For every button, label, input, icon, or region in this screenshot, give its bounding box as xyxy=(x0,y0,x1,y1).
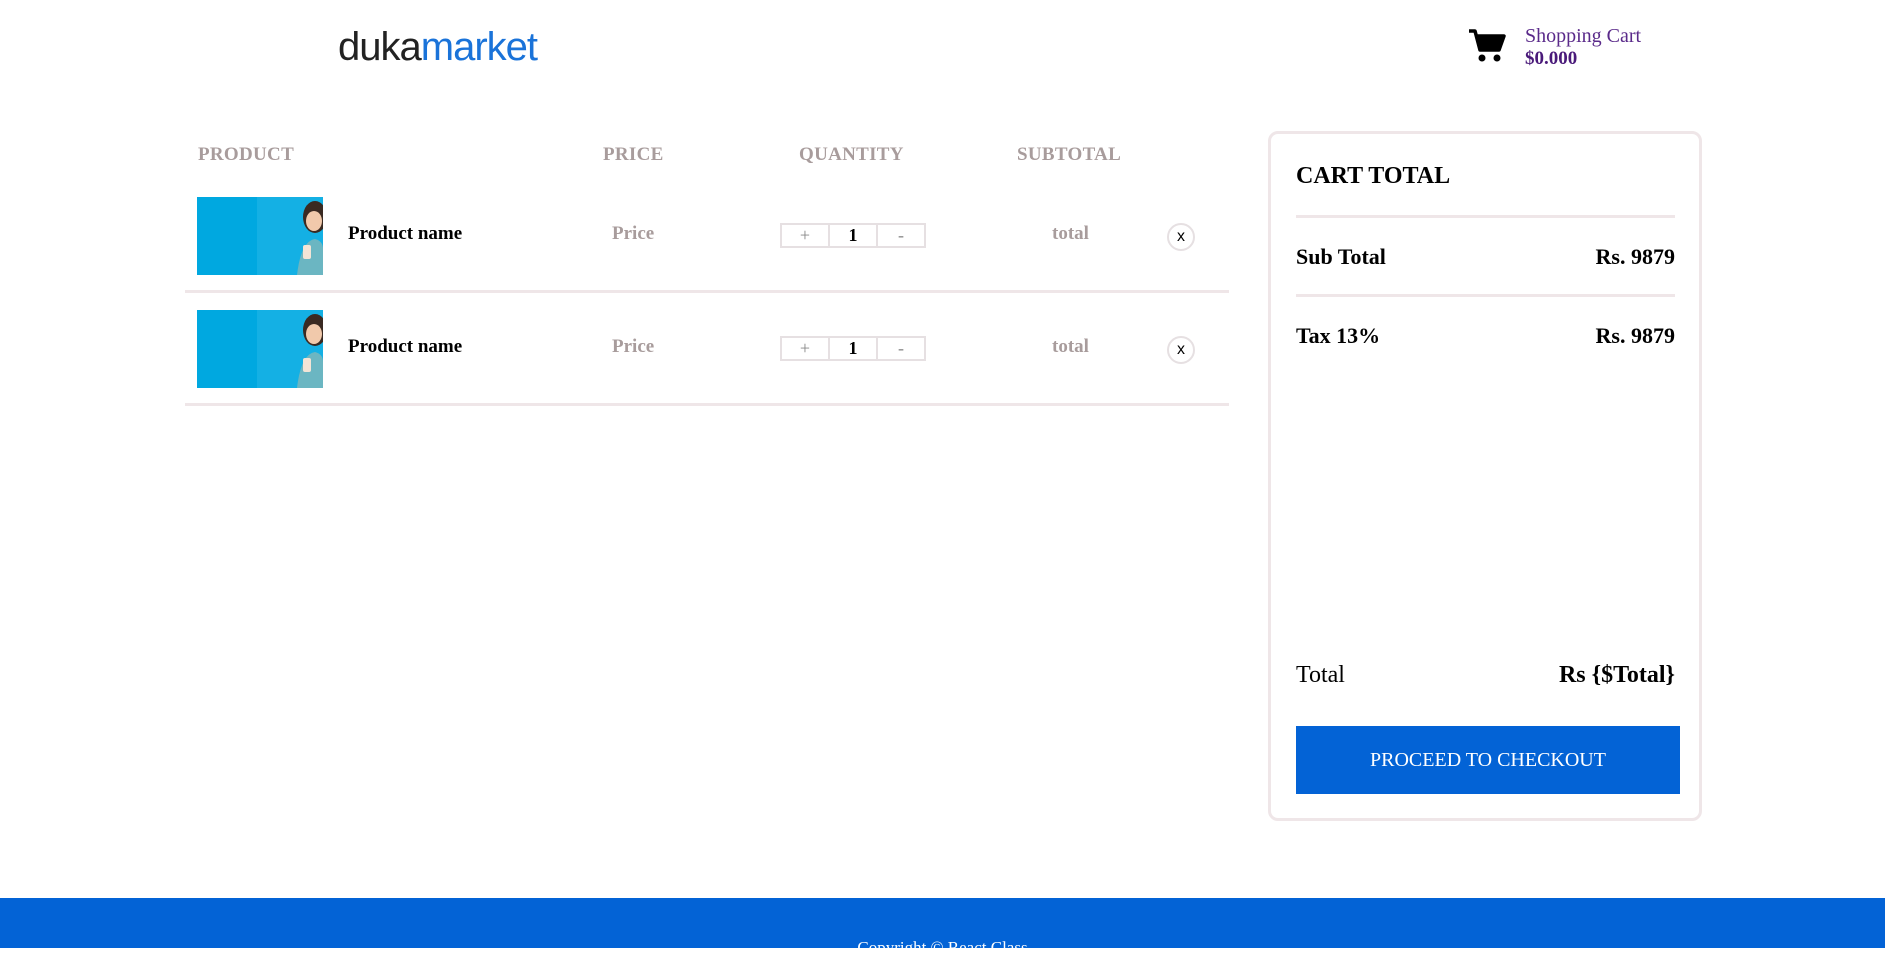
cart-total-title: CART TOTAL xyxy=(1296,163,1451,189)
logo-part-duka: duka xyxy=(338,25,422,69)
proceed-to-checkout-button[interactable]: PROCEED TO CHECKOUT xyxy=(1296,726,1680,794)
quantity-value[interactable]: 1 xyxy=(828,225,878,246)
decrement-button[interactable]: - xyxy=(878,225,924,246)
header-subtotal: SUBTOTAL xyxy=(1017,144,1122,165)
shopping-cart-label[interactable]: Shopping Cart xyxy=(1525,24,1641,48)
tax-value: Rs. 9879 xyxy=(1595,323,1675,348)
product-image xyxy=(197,197,323,275)
product-name[interactable]: Product name xyxy=(348,336,462,358)
quantity-value[interactable]: 1 xyxy=(828,338,878,359)
cart-amount: $0.000 xyxy=(1525,48,1578,69)
total-value: Rs {$Total} xyxy=(1558,662,1675,688)
increment-button[interactable]: + xyxy=(782,338,828,359)
remove-item-button[interactable]: x xyxy=(1167,223,1195,251)
quantity-stepper: + 1 - xyxy=(780,223,926,248)
remove-item-button[interactable]: x xyxy=(1167,336,1195,364)
copyright-text: Copyright © React Class xyxy=(857,938,1028,957)
product-name[interactable]: Product name xyxy=(348,223,462,245)
brand-logo[interactable]: dukamarket xyxy=(338,25,538,69)
tax-label: Tax 13% xyxy=(1296,323,1381,348)
total-label: Total xyxy=(1296,662,1345,688)
divider xyxy=(1296,294,1675,297)
product-subtotal: total xyxy=(1052,223,1089,244)
decrement-button[interactable]: - xyxy=(878,338,924,359)
product-subtotal: total xyxy=(1052,336,1089,357)
quantity-stepper: + 1 - xyxy=(780,336,926,361)
cart-total-panel xyxy=(1268,131,1702,821)
logo-part-market: market xyxy=(420,25,538,69)
subtotal-value: Rs. 9879 xyxy=(1595,244,1675,269)
subtotal-label: Sub Total xyxy=(1296,244,1386,269)
product-image xyxy=(197,310,323,388)
product-price: Price xyxy=(612,223,655,244)
divider xyxy=(1296,215,1675,218)
header-quantity: QUANTITY xyxy=(799,144,904,165)
header-price: PRICE xyxy=(603,144,664,165)
product-price: Price xyxy=(612,336,655,357)
cart-icon[interactable] xyxy=(1468,28,1506,64)
header-product: PRODUCT xyxy=(198,144,295,165)
increment-button[interactable]: + xyxy=(782,225,828,246)
